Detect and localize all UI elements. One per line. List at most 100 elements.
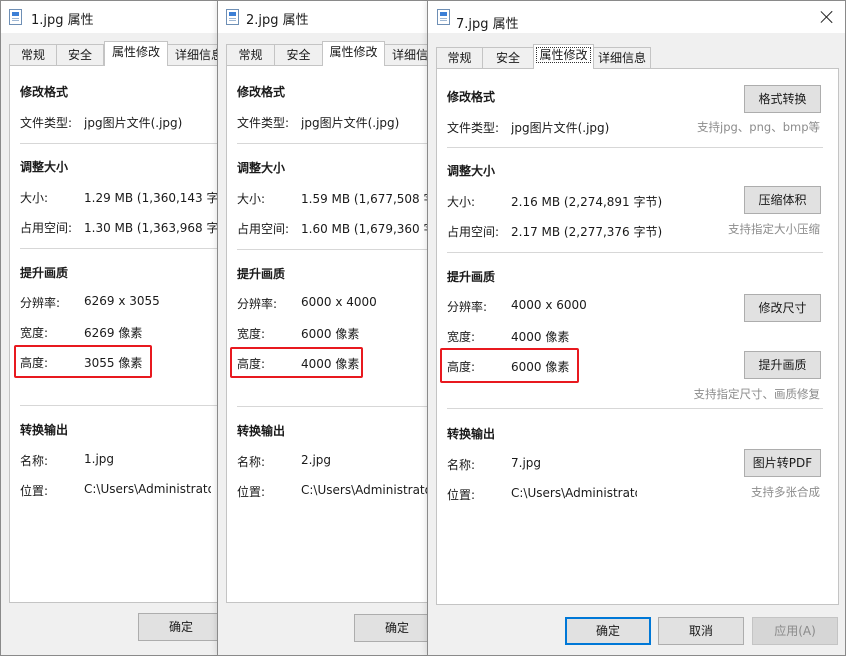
quality-heading: 提升画质 bbox=[237, 267, 286, 281]
resolution-value: 6269 x 3055 bbox=[84, 294, 160, 308]
location-value: C:\Users\Administrator bbox=[301, 483, 427, 497]
pdf-hint: 支持多张合成 bbox=[751, 485, 820, 499]
location-value: C:\Users\Administrator bbox=[511, 486, 637, 500]
compress-button[interactable]: 压缩体积 bbox=[744, 186, 821, 214]
file-type-value: jpg图片文件(.jpg) bbox=[301, 116, 400, 130]
property-panel: 修改格式 文件类型: jpg图片文件(.jpg) 格式转换 支持jpg、png、… bbox=[436, 68, 839, 605]
file-type-value: jpg图片文件(.jpg) bbox=[84, 116, 183, 130]
properties-dialog-1: 1.jpg 属性 常规 安全 属性修改 详细信息 修改格式 文件类型: jpg图… bbox=[0, 0, 226, 656]
tab-details[interactable]: 详细信息 bbox=[593, 47, 651, 69]
tab-property-edit[interactable]: 属性修改 bbox=[104, 41, 168, 66]
name-label: 名称: bbox=[20, 454, 49, 468]
cancel-button[interactable]: 取消 bbox=[658, 617, 744, 645]
file-type-value: jpg图片文件(.jpg) bbox=[511, 121, 610, 135]
width-label: 宽度: bbox=[237, 327, 266, 341]
property-panel: 修改格式 文件类型: jpg图片文件(.jpg) 调整大小 大小: 1.29 M… bbox=[9, 65, 225, 603]
divider bbox=[447, 252, 823, 253]
tab-general[interactable]: 常规 bbox=[9, 44, 57, 66]
name-value: 1.jpg bbox=[84, 452, 115, 466]
ok-button[interactable]: 确定 bbox=[138, 613, 224, 641]
to-pdf-button[interactable]: 图片转PDF bbox=[744, 449, 821, 477]
ok-button[interactable]: 确定 bbox=[354, 614, 434, 642]
tab-general[interactable]: 常规 bbox=[436, 47, 483, 69]
divider bbox=[237, 249, 434, 250]
window-title: 7.jpg 属性 bbox=[456, 17, 519, 32]
width-label: 宽度: bbox=[20, 326, 49, 340]
disk-size-label: 占用空间: bbox=[447, 225, 500, 239]
size-value: 1.29 MB (1,360,143 字节) bbox=[84, 191, 218, 205]
tab-property-edit[interactable]: 属性修改 bbox=[533, 44, 594, 69]
resolution-value: 4000 x 6000 bbox=[511, 298, 587, 312]
disk-size-value: 1.30 MB (1,363,968 字节) bbox=[84, 221, 218, 235]
resolution-label: 分辨率: bbox=[237, 297, 278, 311]
size-heading: 调整大小 bbox=[447, 164, 496, 178]
divider bbox=[237, 406, 434, 407]
window-title: 2.jpg 属性 bbox=[246, 13, 309, 28]
window-title: 1.jpg 属性 bbox=[31, 13, 94, 28]
resolution-value: 6000 x 4000 bbox=[301, 295, 377, 309]
divider bbox=[237, 143, 434, 144]
file-type-label: 文件类型: bbox=[447, 121, 500, 135]
properties-dialog-2: 2.jpg 属性 常规 安全 属性修改 详细信息 修改格式 文件类型: jpg图… bbox=[217, 0, 435, 656]
quality-hint: 支持指定尺寸、画质修复 bbox=[693, 387, 821, 401]
format-convert-button[interactable]: 格式转换 bbox=[744, 85, 821, 113]
tab-property-edit[interactable]: 属性修改 bbox=[322, 41, 385, 66]
divider bbox=[20, 143, 225, 144]
height-highlight-box bbox=[230, 347, 363, 378]
location-label: 位置: bbox=[20, 484, 49, 498]
divider bbox=[447, 147, 823, 148]
tab-security[interactable]: 安全 bbox=[482, 47, 534, 69]
tab-security[interactable]: 安全 bbox=[56, 44, 104, 66]
ok-button[interactable]: 确定 bbox=[565, 617, 651, 645]
output-heading: 转换输出 bbox=[447, 427, 496, 441]
resize-button[interactable]: 修改尺寸 bbox=[744, 294, 821, 322]
name-label: 名称: bbox=[237, 455, 266, 469]
disk-size-value: 1.60 MB (1,679,360 字节) bbox=[301, 222, 427, 236]
apply-button[interactable]: 应用(A) bbox=[752, 617, 838, 645]
disk-size-value: 2.17 MB (2,277,376 字节) bbox=[511, 225, 663, 239]
file-type-label: 文件类型: bbox=[20, 116, 73, 130]
location-value: C:\Users\Administrator bbox=[84, 482, 211, 496]
file-icon bbox=[226, 9, 239, 25]
tab-general[interactable]: 常规 bbox=[226, 44, 275, 66]
disk-size-label: 占用空间: bbox=[237, 222, 290, 236]
name-label: 名称: bbox=[447, 458, 476, 472]
close-icon[interactable] bbox=[821, 11, 833, 23]
format-heading: 修改格式 bbox=[237, 85, 286, 99]
divider bbox=[20, 248, 225, 249]
width-value: 6269 像素 bbox=[84, 326, 143, 340]
size-label: 大小: bbox=[20, 191, 49, 205]
height-highlight-box bbox=[14, 345, 152, 378]
name-value: 2.jpg bbox=[301, 453, 332, 467]
size-heading: 调整大小 bbox=[237, 161, 286, 175]
output-heading: 转换输出 bbox=[237, 424, 286, 438]
title-bar[interactable]: 1.jpg 属性 bbox=[1, 1, 225, 33]
location-label: 位置: bbox=[237, 485, 266, 499]
height-highlight-box bbox=[440, 348, 579, 383]
file-icon bbox=[9, 9, 22, 25]
format-hint: 支持jpg、png、bmp等 bbox=[697, 120, 820, 134]
file-type-label: 文件类型: bbox=[237, 116, 290, 130]
properties-dialog-7: 7.jpg 属性 常规 安全 属性修改 详细信息 修改格式 文件类型: jpg图… bbox=[427, 0, 846, 656]
divider bbox=[20, 405, 225, 406]
enhance-quality-button[interactable]: 提升画质 bbox=[744, 351, 821, 379]
quality-heading: 提升画质 bbox=[20, 266, 69, 280]
format-heading: 修改格式 bbox=[20, 85, 69, 99]
size-label: 大小: bbox=[237, 192, 266, 206]
name-value: 7.jpg bbox=[511, 456, 542, 470]
width-label: 宽度: bbox=[447, 330, 476, 344]
format-heading: 修改格式 bbox=[447, 90, 496, 104]
property-panel: 修改格式 文件类型: jpg图片文件(.jpg) 调整大小 大小: 1.59 M… bbox=[226, 65, 434, 603]
quality-heading: 提升画质 bbox=[447, 270, 496, 284]
tab-security[interactable]: 安全 bbox=[274, 44, 323, 66]
compress-hint: 支持指定大小压缩 bbox=[728, 222, 820, 236]
title-bar[interactable]: 2.jpg 属性 bbox=[218, 1, 434, 33]
size-heading: 调整大小 bbox=[20, 160, 69, 174]
size-label: 大小: bbox=[447, 195, 476, 209]
width-value: 6000 像素 bbox=[301, 327, 360, 341]
width-value: 4000 像素 bbox=[511, 330, 570, 344]
resolution-label: 分辨率: bbox=[447, 300, 488, 314]
location-label: 位置: bbox=[447, 488, 476, 502]
title-bar[interactable]: 7.jpg 属性 bbox=[428, 1, 845, 33]
output-heading: 转换输出 bbox=[20, 423, 69, 437]
